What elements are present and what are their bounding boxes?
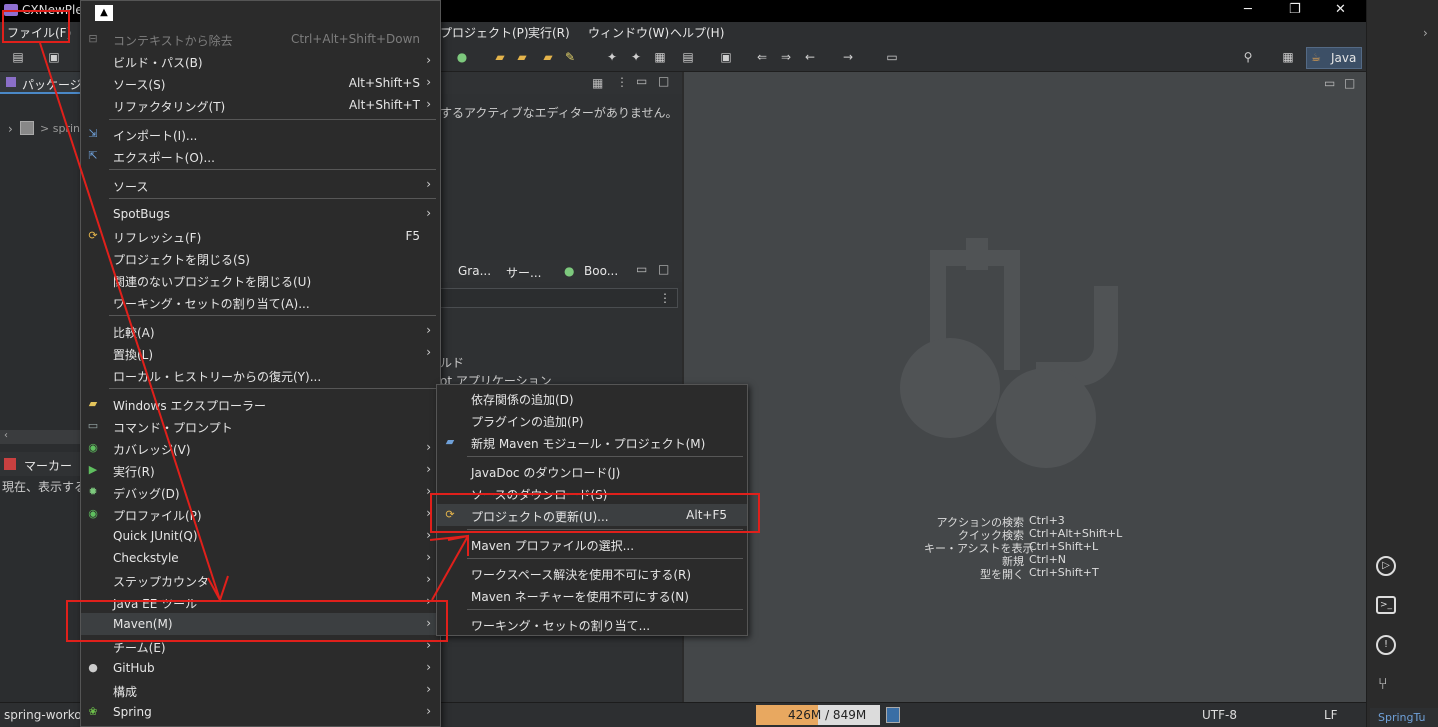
annotation-arrows xyxy=(39,42,469,603)
